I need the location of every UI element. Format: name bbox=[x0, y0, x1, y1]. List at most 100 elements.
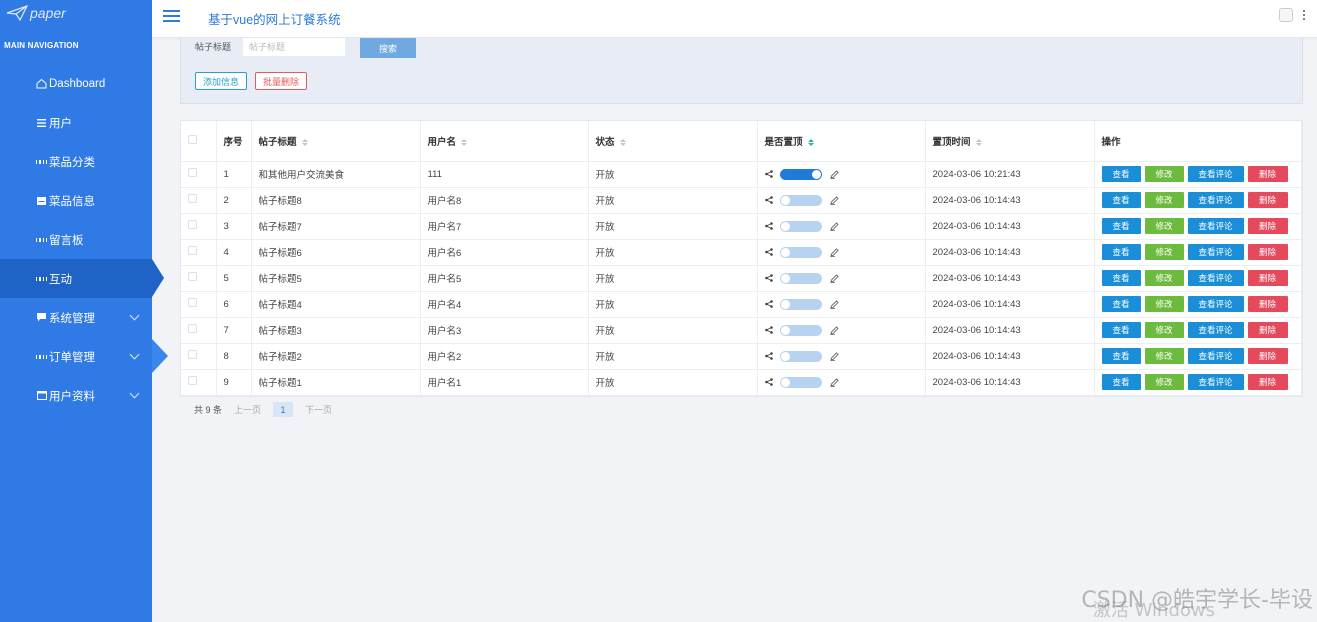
share-icon[interactable] bbox=[764, 222, 773, 230]
edit-button[interactable]: 修改 bbox=[1144, 296, 1184, 312]
view-button[interactable]: 查看 bbox=[1101, 166, 1141, 182]
delete-button[interactable]: 删除 bbox=[1247, 296, 1288, 312]
column-header-pin-time[interactable]: 置顶时间 bbox=[925, 121, 1095, 162]
row-checkbox[interactable] bbox=[188, 194, 197, 203]
edit-pen-icon[interactable] bbox=[829, 221, 839, 231]
view-comments-button[interactable]: 查看评论 bbox=[1187, 374, 1244, 390]
edit-button[interactable]: 修改 bbox=[1144, 270, 1184, 286]
pin-toggle[interactable] bbox=[779, 272, 822, 284]
sidebar-item-dish-category[interactable]: 菜品分类 bbox=[0, 142, 152, 181]
edit-button[interactable]: 修改 bbox=[1144, 348, 1184, 364]
delete-button[interactable]: 删除 bbox=[1247, 374, 1288, 390]
pin-toggle[interactable] bbox=[779, 246, 822, 258]
share-icon[interactable] bbox=[764, 300, 773, 308]
edit-button[interactable]: 修改 bbox=[1144, 192, 1184, 208]
edit-pen-icon[interactable] bbox=[829, 377, 839, 387]
pin-toggle[interactable] bbox=[779, 168, 822, 180]
delete-button[interactable]: 删除 bbox=[1247, 322, 1288, 338]
add-button[interactable]: 添加信息 bbox=[195, 72, 248, 90]
pin-toggle[interactable] bbox=[779, 220, 822, 232]
sidebar-item-dashboard[interactable]: Dashboard bbox=[0, 64, 152, 103]
row-checkbox[interactable] bbox=[188, 272, 197, 281]
edit-pen-icon[interactable] bbox=[829, 299, 839, 309]
share-icon[interactable] bbox=[764, 248, 773, 256]
view-button[interactable]: 查看 bbox=[1101, 192, 1141, 208]
view-comments-button[interactable]: 查看评论 bbox=[1187, 322, 1244, 338]
delete-button[interactable]: 删除 bbox=[1247, 270, 1288, 286]
row-checkbox[interactable] bbox=[188, 376, 197, 385]
sidebar-item-order-management[interactable]: 订单管理 bbox=[0, 337, 168, 376]
delete-button[interactable]: 删除 bbox=[1247, 218, 1288, 234]
row-checkbox[interactable] bbox=[188, 298, 197, 307]
delete-button[interactable]: 删除 bbox=[1247, 192, 1288, 208]
sidebar-item-interaction[interactable]: 互动 bbox=[0, 259, 164, 298]
edit-pen-icon[interactable] bbox=[829, 195, 839, 205]
edit-pen-icon[interactable] bbox=[829, 325, 839, 335]
row-checkbox[interactable] bbox=[188, 168, 197, 177]
view-button[interactable]: 查看 bbox=[1101, 296, 1141, 312]
share-icon[interactable] bbox=[764, 378, 773, 386]
edit-pen-icon[interactable] bbox=[829, 247, 839, 257]
delete-button[interactable]: 删除 bbox=[1247, 166, 1288, 182]
sort-icon[interactable] bbox=[807, 138, 814, 146]
search-input[interactable] bbox=[243, 38, 345, 56]
sidebar-item-message-board[interactable]: 留言板 bbox=[0, 220, 152, 259]
pin-toggle[interactable] bbox=[779, 376, 822, 388]
edit-button[interactable]: 修改 bbox=[1144, 244, 1184, 260]
column-header-pinned[interactable]: 是否置顶 bbox=[757, 121, 926, 162]
sidebar-item-user-profile[interactable]: 用户资料 bbox=[0, 376, 152, 415]
logo[interactable]: paper bbox=[0, 0, 152, 26]
edit-button[interactable]: 修改 bbox=[1144, 166, 1184, 182]
edit-button[interactable]: 修改 bbox=[1144, 374, 1184, 390]
column-header-user[interactable]: 用户名 bbox=[420, 121, 589, 162]
sort-icon[interactable] bbox=[301, 138, 308, 146]
pin-toggle[interactable] bbox=[779, 324, 822, 336]
delete-button[interactable]: 删除 bbox=[1247, 348, 1288, 364]
edit-pen-icon[interactable] bbox=[829, 169, 839, 179]
sort-icon[interactable] bbox=[975, 138, 982, 146]
share-icon[interactable] bbox=[764, 196, 773, 204]
view-comments-button[interactable]: 查看评论 bbox=[1187, 218, 1244, 234]
row-checkbox[interactable] bbox=[188, 350, 197, 359]
view-comments-button[interactable]: 查看评论 bbox=[1187, 296, 1244, 312]
batch-delete-button[interactable]: 批量删除 bbox=[255, 72, 308, 90]
view-comments-button[interactable]: 查看评论 bbox=[1187, 244, 1244, 260]
sort-icon[interactable] bbox=[619, 138, 626, 146]
pin-toggle[interactable] bbox=[779, 194, 822, 206]
menu-toggle-icon[interactable] bbox=[163, 10, 180, 22]
view-button[interactable]: 查看 bbox=[1101, 374, 1141, 390]
prev-page-button[interactable]: 上一页 bbox=[234, 403, 261, 416]
share-icon[interactable] bbox=[764, 326, 773, 334]
sidebar-item-user[interactable]: 用户 bbox=[0, 103, 152, 142]
column-header-status[interactable]: 状态 bbox=[588, 121, 758, 162]
delete-button[interactable]: 删除 bbox=[1247, 244, 1288, 260]
search-button[interactable]: 搜索 bbox=[360, 38, 416, 58]
view-comments-button[interactable]: 查看评论 bbox=[1187, 270, 1244, 286]
sidebar-item-system-management[interactable]: 系统管理 bbox=[0, 298, 152, 337]
edit-pen-icon[interactable] bbox=[829, 273, 839, 283]
column-header-title[interactable]: 帖子标题 bbox=[251, 121, 421, 162]
row-checkbox[interactable] bbox=[188, 246, 197, 255]
select-all-checkbox[interactable] bbox=[188, 134, 197, 144]
view-comments-button[interactable]: 查看评论 bbox=[1187, 192, 1244, 208]
view-button[interactable]: 查看 bbox=[1101, 218, 1141, 234]
view-button[interactable]: 查看 bbox=[1101, 244, 1141, 260]
sidebar-item-dish-info[interactable]: 菜品信息 bbox=[0, 181, 152, 220]
share-icon[interactable] bbox=[764, 352, 773, 360]
pin-toggle[interactable] bbox=[779, 350, 822, 362]
current-page-button[interactable]: 1 bbox=[273, 402, 294, 417]
avatar[interactable] bbox=[1279, 8, 1293, 22]
share-icon[interactable] bbox=[764, 274, 773, 282]
edit-button[interactable]: 修改 bbox=[1144, 322, 1184, 338]
view-button[interactable]: 查看 bbox=[1101, 348, 1141, 364]
view-button[interactable]: 查看 bbox=[1101, 322, 1141, 338]
view-comments-button[interactable]: 查看评论 bbox=[1187, 348, 1244, 364]
view-button[interactable]: 查看 bbox=[1101, 270, 1141, 286]
edit-button[interactable]: 修改 bbox=[1144, 218, 1184, 234]
share-icon[interactable] bbox=[764, 170, 773, 178]
view-comments-button[interactable]: 查看评论 bbox=[1187, 166, 1244, 182]
more-vertical-icon[interactable] bbox=[1303, 10, 1305, 20]
row-checkbox[interactable] bbox=[188, 220, 197, 229]
pin-toggle[interactable] bbox=[779, 298, 822, 310]
sort-icon[interactable] bbox=[461, 138, 468, 146]
